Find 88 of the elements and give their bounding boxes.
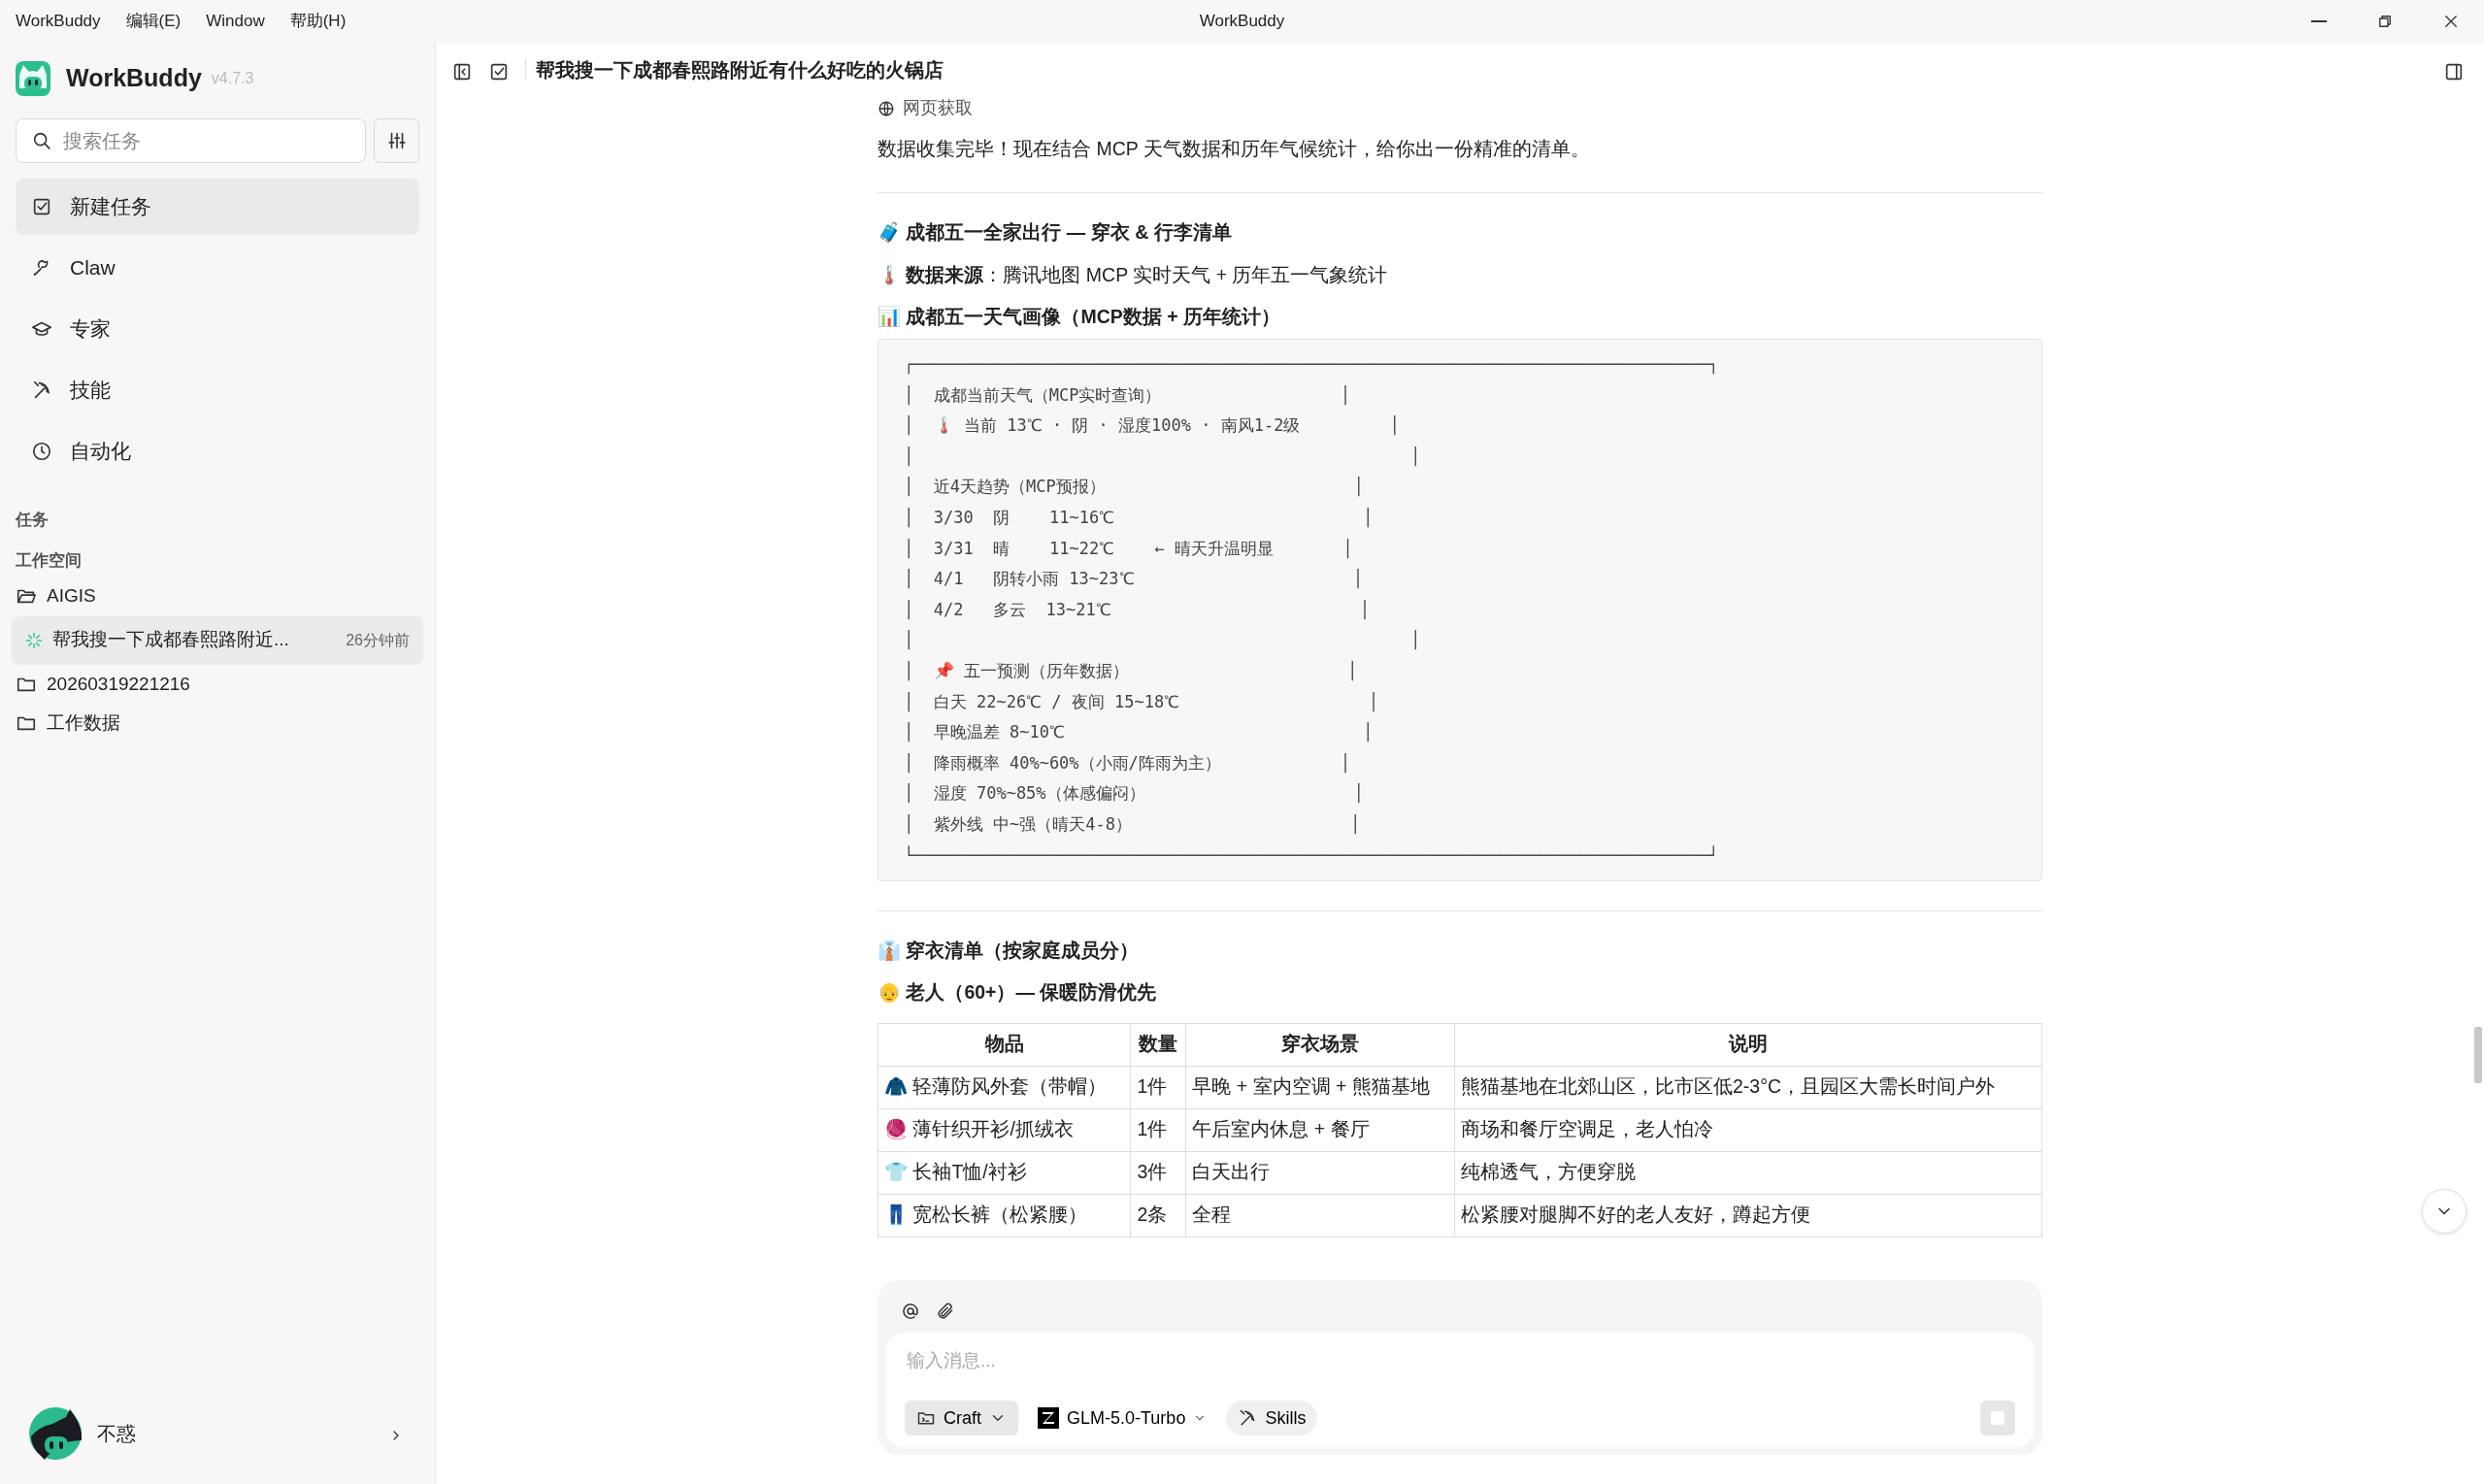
table-cell: 早晚 + 室内空调 + 熊猫基地 xyxy=(1185,1066,1455,1109)
table-cell: 🧶 薄针织开衫/抓绒衣 xyxy=(878,1108,1131,1152)
mode-dropdown[interactable]: Craft xyxy=(905,1401,1018,1435)
tool-step: 网页获取 xyxy=(903,97,973,121)
menu-item[interactable]: WorkBuddy xyxy=(16,9,101,34)
table-cell: 午后室内休息 + 餐厅 xyxy=(1185,1108,1455,1152)
window-title: WorkBuddy xyxy=(1199,11,1285,33)
chat-title: 帮我搜一下成都春熙路附近有什么好吃的火锅店 xyxy=(536,58,944,82)
section-heading: 📊 成都五一天气画像（MCP数据 + 历年统计） xyxy=(878,304,1281,329)
globe-icon xyxy=(878,99,895,117)
message-text: 🌡 数据来源：腾讯地图 MCP 实时天气 + 历年五一气象统计 xyxy=(878,262,1389,287)
message-text: 数据收集完毕！现在结合 MCP 天气数据和历年气候统计，给你出一份精准的清单。 xyxy=(878,137,1591,161)
user-name: 不惑 xyxy=(97,1422,137,1446)
table-cell: 熊猫基地在北郊山区，比市区低2-3°C，且园区大需长时间户外 xyxy=(1454,1066,2042,1109)
table-cell: 白天出行 xyxy=(1185,1151,1455,1195)
table-cell: 松紧腰对腿脚不好的老人友好，蹲起方便 xyxy=(1454,1194,2042,1237)
code-line: │ 4/2 多云 13~21℃ │ xyxy=(904,599,1370,619)
version-label: v4.7.3 xyxy=(211,69,254,88)
section-heading: 👔 穿衣清单（按家庭成员分） xyxy=(878,939,1141,964)
check-square-icon xyxy=(31,196,52,217)
workspace-folder[interactable]: 20260319221216 xyxy=(0,664,419,704)
code-line: │ 4/1 阴转小雨 13~23℃ │ xyxy=(904,569,1363,589)
stop-icon xyxy=(1991,1411,2004,1425)
table-cell: 1件 xyxy=(1130,1108,1186,1152)
nav-item[interactable]: 新建任务 xyxy=(16,179,419,235)
close-icon xyxy=(2442,13,2460,30)
paperclip-icon xyxy=(936,1302,955,1322)
pickaxe-icon xyxy=(31,379,52,401)
code-line: │ 湿度 70%~85%（体感偏闷） │ xyxy=(904,783,1364,804)
search-field[interactable]: 搜索任务 xyxy=(16,118,366,163)
code-line: │ 降雨概率 40%~60%（小雨/阵雨为主） │ xyxy=(904,752,1350,773)
code-line: │ 白天 22~26℃ / 夜间 15~18℃ │ xyxy=(904,691,1378,711)
model-dropdown[interactable]: GLM-5.0-Turbo xyxy=(1026,1401,1219,1435)
menu-item[interactable]: 编辑(E) xyxy=(125,9,182,34)
task-item[interactable]: 帮我搜一下成都春熙路附近... 26分钟前 xyxy=(12,615,423,665)
task-time: 26分钟前 xyxy=(346,630,410,650)
column-header: 说明 xyxy=(1454,1023,2042,1067)
spinner-icon xyxy=(25,631,43,649)
column-header: 穿衣场景 xyxy=(1185,1023,1455,1067)
column-header: 数量 xyxy=(1130,1023,1186,1067)
nav-item[interactable]: 专家 xyxy=(16,301,419,357)
table-cell: 🧥 轻薄防风外套（带帽） xyxy=(878,1066,1131,1109)
scrollbar-thumb[interactable] xyxy=(2474,1027,2482,1083)
sliders-icon xyxy=(385,130,408,151)
workspace-folder[interactable]: 工作数据 xyxy=(0,704,419,743)
table-cell: 👕 长袖T恤/衬衫 xyxy=(878,1151,1131,1195)
model-logo-icon xyxy=(1038,1407,1059,1429)
workspace-folder[interactable]: AIGIS xyxy=(0,577,419,616)
table-cell: 商场和餐厅空调足，老人怕冷 xyxy=(1454,1108,2042,1152)
code-line: │ │ xyxy=(904,445,1421,466)
table-cell: 2条 xyxy=(1130,1194,1186,1237)
filter-button[interactable] xyxy=(374,118,419,163)
code-line: │ 📌 五一预测（历年数据） │ xyxy=(904,660,1358,680)
code-line: │ 🌡 当前 13℃ · 阴 · 湿度100% · 南风1-2级 │ xyxy=(904,415,1400,436)
app-name: WorkBuddy xyxy=(66,63,202,94)
code-line: │ 3/30 阴 11~16℃ │ xyxy=(904,507,1374,527)
at-icon xyxy=(901,1302,920,1322)
search-icon xyxy=(31,130,52,151)
table-cell: 1件 xyxy=(1130,1066,1186,1109)
section-heading: 🧳 成都五一全家出行 — 穿衣 & 行李清单 xyxy=(878,220,1233,246)
column-header: 物品 xyxy=(878,1023,1131,1067)
table-cell: 3件 xyxy=(1130,1151,1186,1195)
menu-item[interactable]: 帮助(H) xyxy=(289,9,347,34)
nav-item[interactable]: 自动化 xyxy=(16,423,419,479)
clock-icon xyxy=(31,441,52,462)
section-heading: 任务 xyxy=(16,510,50,531)
code-line: │ 紫外线 中~强（晴天4-8） │ xyxy=(904,813,1361,834)
code-line: ┌────────────────────────────────────────────────────────────────────────────────┐ xyxy=(904,354,1719,374)
table-cell: 全程 xyxy=(1185,1194,1455,1237)
nav-item[interactable]: 技能 xyxy=(16,362,419,418)
nav-item[interactable]: Claw xyxy=(16,240,419,296)
skills-button[interactable]: Skills xyxy=(1226,1401,1318,1435)
restore-icon xyxy=(2376,13,2394,30)
code-line: │ 成都当前天气（MCP实时查询） │ xyxy=(904,384,1350,405)
code-line: │ │ xyxy=(904,630,1421,650)
code-line: │ 早晚温差 8~10℃ │ xyxy=(904,722,1374,742)
code-line: │ 近4天趋势（MCP预报） │ xyxy=(904,477,1364,497)
section-heading: 工作空间 xyxy=(16,549,83,572)
task-title: 帮我搜一下成都春熙路附近... xyxy=(52,628,290,652)
code-line: └────────────────────────────────────────────────────────────────────────────────┘ xyxy=(904,844,1719,865)
table-cell: 👖 宽松长裤（松紧腰） xyxy=(878,1194,1131,1237)
minimize-icon xyxy=(2311,20,2327,22)
app-logo-icon xyxy=(16,61,50,96)
section-heading: 👴 老人（60+）— 保暖防滑优先 xyxy=(878,980,1158,1006)
menu-item[interactable]: Window xyxy=(206,9,265,34)
avatar xyxy=(29,1407,82,1460)
code-line: │ 3/31 晴 11~22℃ ← 晴天升温明显 │ xyxy=(904,538,1353,558)
table-cell: 纯棉透气，方便穿脱 xyxy=(1454,1151,2042,1195)
